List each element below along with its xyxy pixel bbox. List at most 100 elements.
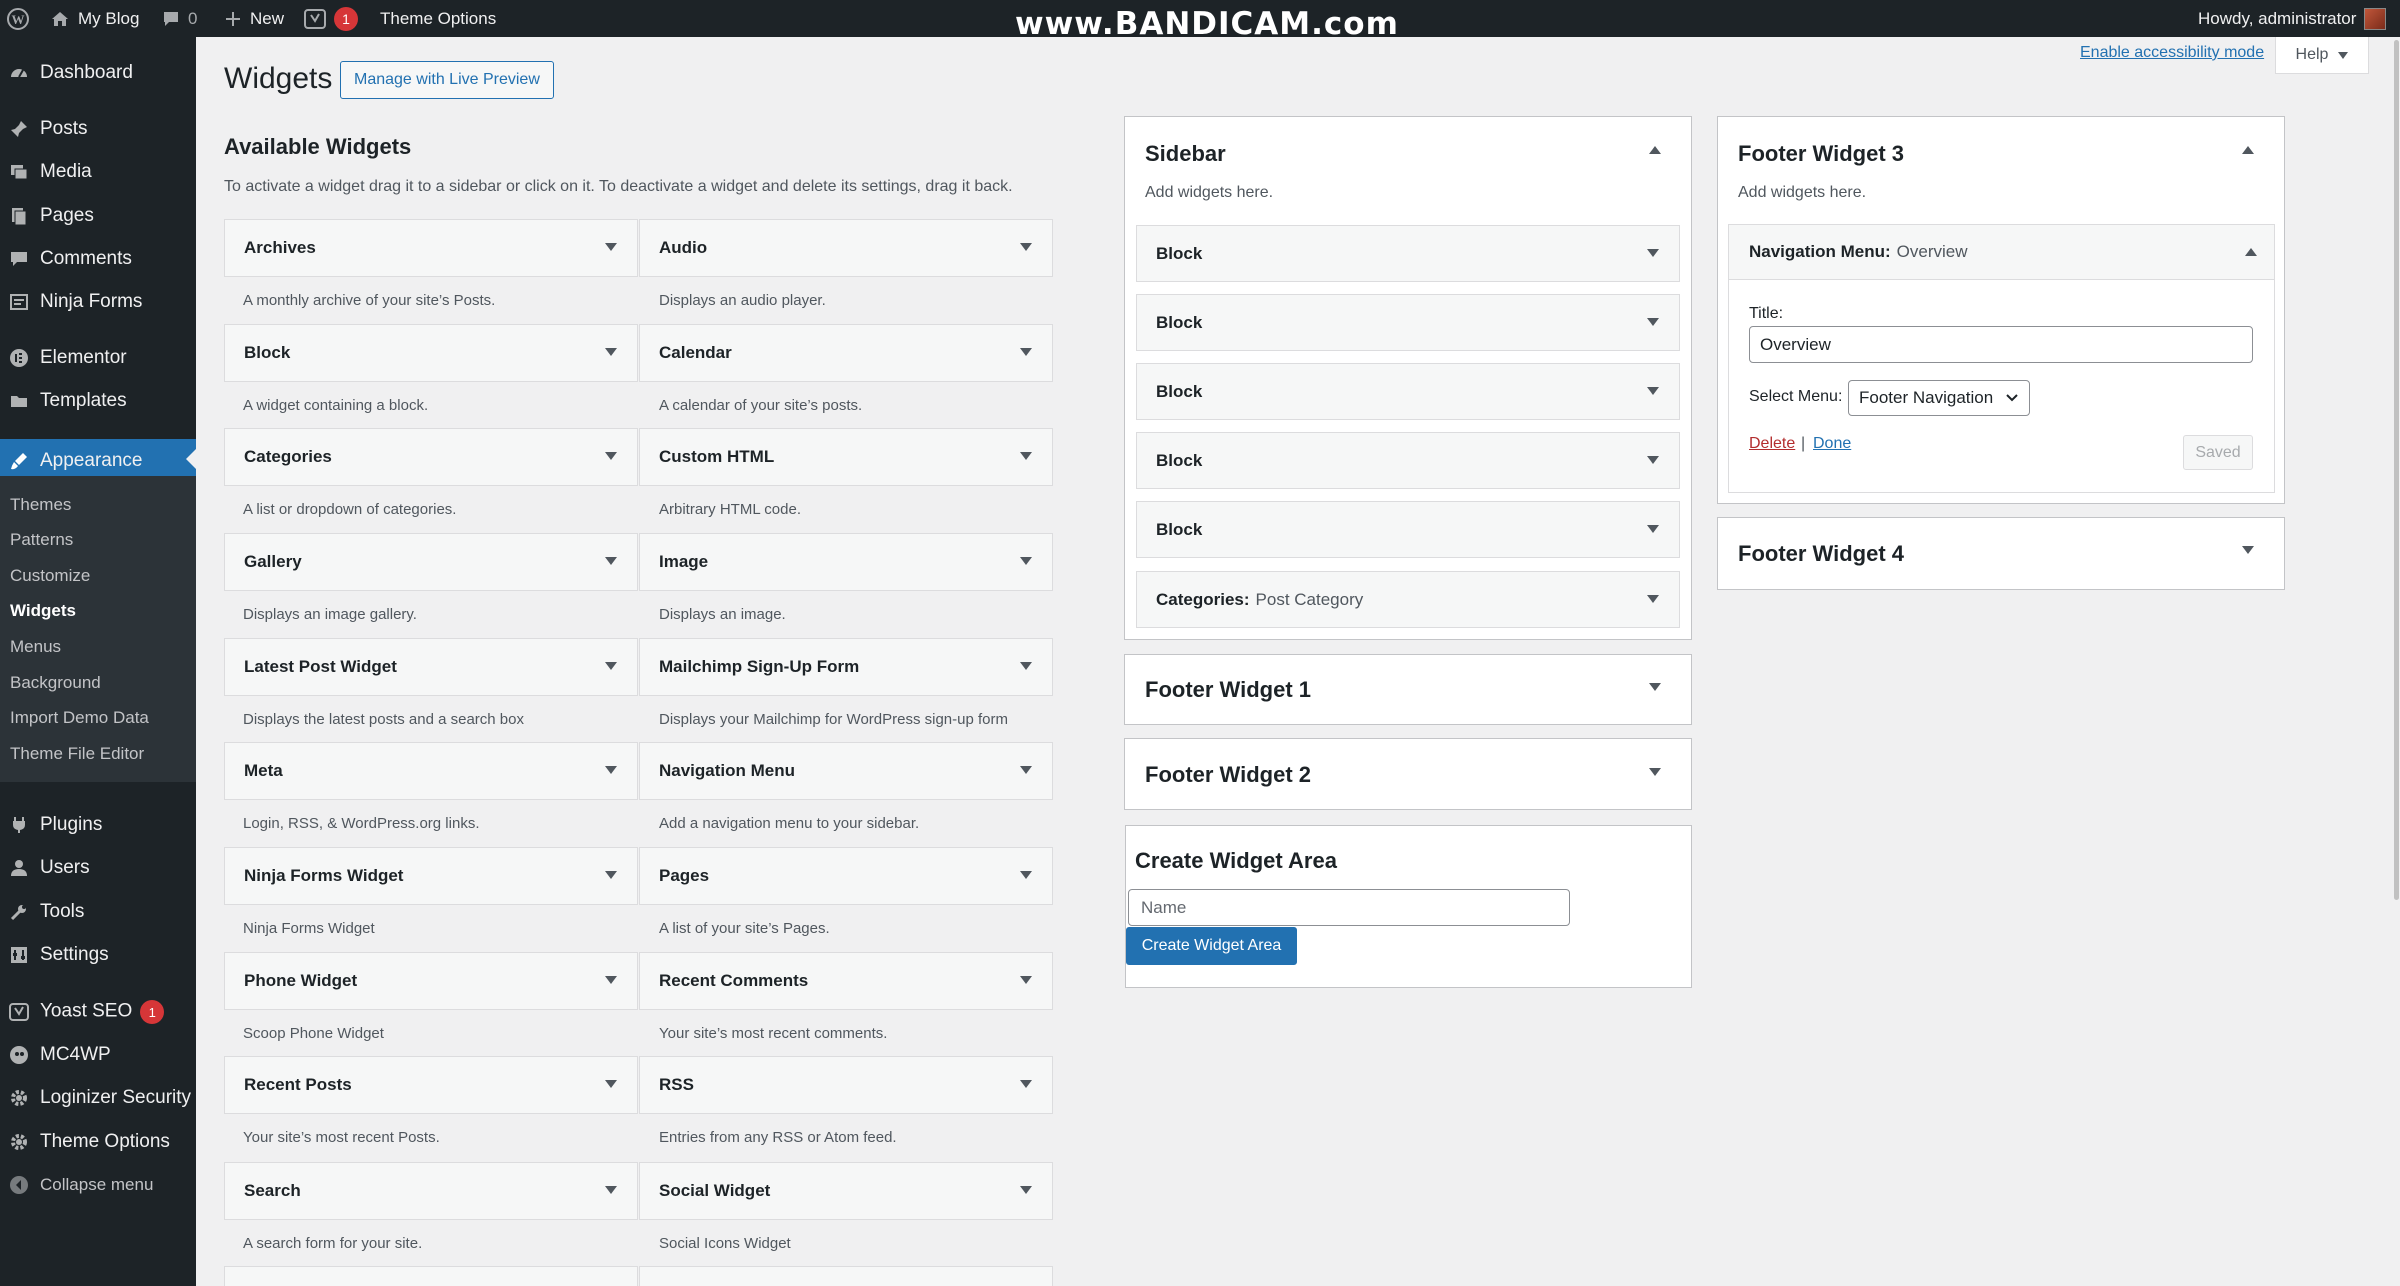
menu-item-users[interactable]: Users (0, 848, 196, 888)
available-widget-pages[interactable]: Pages (639, 847, 1053, 905)
menu-item-comments[interactable]: Comments (0, 239, 196, 279)
available-widget-navigation-menu[interactable]: Navigation Menu (639, 742, 1053, 800)
chevron-up-icon[interactable] (2245, 248, 2257, 256)
available-widget-gallery[interactable]: Gallery (224, 533, 638, 591)
theme-options-link[interactable]: Theme Options (380, 0, 496, 37)
wordpress-logo-icon[interactable]: W (6, 0, 30, 37)
my-account-link[interactable]: Howdy, administrator (2198, 0, 2387, 37)
menu-item-templates[interactable]: Templates (0, 381, 196, 421)
sidebar-widget-block[interactable]: Block (1136, 363, 1680, 420)
widget-description: Add a navigation menu to your sidebar. (659, 815, 920, 832)
menu-item-theme-options[interactable]: Theme Options (0, 1122, 196, 1162)
sidebar-widget-block[interactable]: Block (1136, 225, 1680, 282)
submenu-menus[interactable]: Menus (10, 637, 61, 657)
menu-item-loginizer-security[interactable]: Loginizer Security (0, 1078, 196, 1118)
available-widget-latest-post[interactable]: Latest Post Widget (224, 638, 638, 696)
chevron-up-icon[interactable] (1649, 146, 1661, 154)
submenu-customize[interactable]: Customize (10, 566, 90, 586)
available-widget-mailchimp[interactable]: Mailchimp Sign-Up Form (639, 638, 1053, 696)
widget-instance-title: Post Category (1255, 589, 1364, 609)
menu-item-elementor[interactable]: Elementor (0, 338, 196, 378)
widget-description: Ninja Forms Widget (243, 920, 375, 937)
yoast-adminbar-link[interactable]: 1 (304, 0, 358, 37)
chevron-down-icon (1020, 662, 1032, 670)
available-widget-rss[interactable]: RSS (639, 1056, 1053, 1114)
available-widget-partial[interactable] (639, 1266, 1053, 1286)
new-content-link[interactable]: New (224, 0, 284, 37)
svg-text:W: W (12, 12, 25, 27)
submenu-themes[interactable]: Themes (10, 495, 71, 515)
widget-header[interactable]: Navigation Menu: Overview (1729, 225, 2274, 280)
available-widget-custom-html[interactable]: Custom HTML (639, 428, 1053, 486)
menu-item-media[interactable]: Media (0, 152, 196, 192)
available-widget-recent-comments[interactable]: Recent Comments (639, 952, 1053, 1010)
widget-title: Audio (659, 238, 708, 257)
chevron-down-icon[interactable] (1649, 683, 1661, 691)
menu-label-elementor: Elementor (40, 347, 127, 368)
widget-area-footer-4[interactable]: Footer Widget 4 (1717, 517, 2285, 590)
available-widget-categories[interactable]: Categories (224, 428, 638, 486)
submenu-import-demo-data[interactable]: Import Demo Data (10, 708, 149, 728)
menu-item-tools[interactable]: Tools (0, 892, 196, 932)
available-widget-partial[interactable] (224, 1266, 638, 1286)
create-widget-area-button[interactable]: Create Widget Area (1126, 927, 1297, 965)
yoast-icon (9, 1002, 29, 1022)
menu-item-ninja-forms[interactable]: Ninja Forms (0, 282, 196, 322)
available-widget-calendar[interactable]: Calendar (639, 324, 1053, 382)
sidebar-widget-block[interactable]: Block (1136, 294, 1680, 351)
select-menu-dropdown[interactable]: Footer Navigation (1848, 380, 2030, 416)
available-widget-image[interactable]: Image (639, 533, 1053, 591)
available-widget-search[interactable]: Search (224, 1162, 638, 1220)
widget-description: Displays the latest posts and a search b… (243, 711, 524, 728)
comments-link[interactable]: 0 (162, 0, 197, 37)
done-widget-link[interactable]: Done (1813, 435, 1851, 453)
manage-live-preview-button[interactable]: Manage with Live Preview (340, 61, 554, 99)
available-widget-block[interactable]: Block (224, 324, 638, 382)
submenu-widgets[interactable]: Widgets (10, 601, 76, 621)
page-scrollbar-thumb[interactable] (2394, 40, 2399, 900)
widget-area-name-input[interactable] (1128, 889, 1570, 926)
menu-item-dashboard[interactable]: Dashboard (0, 53, 196, 93)
saved-button[interactable]: Saved (2183, 435, 2253, 470)
help-tab-button[interactable]: Help (2275, 37, 2369, 74)
widget-area-title[interactable]: Sidebar (1145, 141, 1226, 167)
chevron-down-icon (605, 976, 617, 984)
site-name-link[interactable]: My Blog (50, 0, 139, 37)
sidebar-widget-block[interactable]: Block (1136, 501, 1680, 558)
available-widget-meta[interactable]: Meta (224, 742, 638, 800)
widget-area-footer-2[interactable]: Footer Widget 2 (1124, 738, 1692, 810)
menu-item-mc4wp[interactable]: MC4WP (0, 1035, 196, 1075)
submenu-background[interactable]: Background (10, 673, 101, 693)
widget-title-input[interactable] (1749, 326, 2253, 363)
available-widget-ninja-forms[interactable]: Ninja Forms Widget (224, 847, 638, 905)
submenu-theme-file-editor[interactable]: Theme File Editor (10, 744, 144, 764)
chevron-down-icon[interactable] (1649, 768, 1661, 776)
menu-item-yoast-seo[interactable]: Yoast SEO 1 (0, 992, 196, 1032)
chevron-down-icon[interactable] (2242, 546, 2254, 554)
enable-accessibility-mode-link[interactable]: Enable accessibility mode (2080, 44, 2264, 62)
menu-label-posts: Posts (40, 118, 88, 139)
sidebar-widget-block[interactable]: Block (1136, 432, 1680, 489)
widget-area-footer-1[interactable]: Footer Widget 1 (1124, 654, 1692, 725)
submenu-patterns[interactable]: Patterns (10, 530, 73, 550)
widget-title: Meta (244, 761, 283, 780)
menu-item-settings[interactable]: Settings (0, 935, 196, 975)
widget-area-title[interactable]: Footer Widget 3 (1738, 141, 1904, 167)
delete-widget-link[interactable]: Delete (1749, 435, 1795, 453)
available-widget-recent-posts[interactable]: Recent Posts (224, 1056, 638, 1114)
available-widget-archives[interactable]: Archives (224, 219, 638, 277)
available-widget-social[interactable]: Social Widget (639, 1162, 1053, 1220)
available-widget-phone[interactable]: Phone Widget (224, 952, 638, 1010)
menu-label-collapse: Collapse menu (40, 1175, 154, 1194)
sidebar-widget-categories[interactable]: Categories: Post Category (1136, 571, 1680, 628)
available-widget-audio[interactable]: Audio (639, 219, 1053, 277)
pages-icon (9, 206, 29, 226)
chevron-up-icon[interactable] (2242, 146, 2254, 154)
menu-item-plugins[interactable]: Plugins (0, 805, 196, 845)
collapse-menu-button[interactable]: Collapse menu (0, 1165, 196, 1205)
menu-item-pages[interactable]: Pages (0, 196, 196, 236)
widget-description: A list or dropdown of categories. (243, 501, 457, 518)
widget-title: Gallery (244, 552, 302, 571)
widget-description: Arbitrary HTML code. (659, 501, 801, 518)
menu-item-posts[interactable]: Posts (0, 109, 196, 149)
